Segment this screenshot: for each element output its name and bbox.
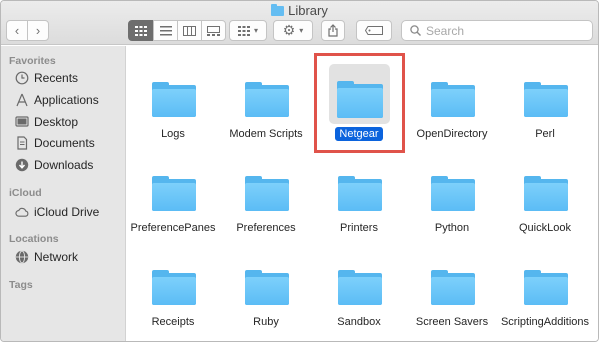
list-view-icon — [159, 25, 172, 35]
toolbar: Library ‹ › ▾ ⚙ ▾ Search — [1, 1, 598, 45]
folder-label: Python — [434, 222, 470, 234]
folder-icon — [428, 260, 478, 310]
window-title-text: Library — [288, 3, 328, 18]
chevron-right-icon: › — [35, 23, 41, 38]
chevron-down-icon: ▾ — [253, 26, 258, 35]
folder-item[interactable]: Ruby — [220, 260, 312, 341]
icon-view-button[interactable] — [128, 20, 154, 41]
network-icon — [15, 250, 29, 264]
clock-icon — [15, 71, 29, 85]
sidebar-item-label: Applications — [34, 93, 99, 107]
folder-item[interactable]: Screen Savers — [406, 260, 498, 341]
search-icon — [410, 25, 421, 36]
folder-item[interactable]: Receipts — [127, 260, 219, 341]
sidebar-item-icloud-drive[interactable]: iCloud Drive — [15, 202, 99, 222]
folder-label: Ruby — [253, 316, 279, 328]
search-input[interactable] — [426, 23, 576, 38]
tag-icon — [365, 26, 383, 35]
tags-heading: Tags — [9, 279, 33, 291]
tag-button[interactable] — [356, 20, 392, 41]
sidebar-item-desktop[interactable]: Desktop — [15, 112, 78, 132]
sidebar-item-label: Desktop — [34, 115, 79, 129]
folder-icon — [242, 72, 292, 122]
folder-icon — [521, 72, 571, 122]
folder-icon — [271, 3, 285, 16]
folder-item[interactable]: Python — [406, 166, 498, 256]
folder-icon — [242, 260, 292, 310]
folder-icon — [428, 72, 478, 122]
icon-view-icon — [135, 25, 147, 36]
search-field[interactable] — [401, 20, 593, 41]
folder-icon — [335, 166, 385, 216]
folder-icon — [149, 166, 199, 216]
folder-item[interactable]: Modem Scripts — [220, 72, 312, 162]
share-icon — [328, 24, 338, 37]
group-button[interactable]: ▾ — [229, 20, 267, 41]
folder-item[interactable]: QuickLook — [499, 166, 591, 256]
folder-item[interactable]: Logs — [127, 72, 219, 162]
annotation-highlight-box — [314, 53, 405, 153]
folder-label: Screen Savers — [415, 316, 489, 328]
sidebar-item-label: Network — [34, 250, 79, 264]
document-icon — [15, 136, 29, 150]
sidebar: Favorites Recents Applications Desktop D… — [1, 46, 126, 341]
sidebar-item-applications[interactable]: Applications — [15, 90, 99, 110]
folder-icon — [242, 166, 292, 216]
sidebar-item-downloads[interactable]: Downloads — [15, 155, 93, 175]
folder-label: Printers — [340, 222, 378, 234]
sidebar-item-label: Documents — [34, 136, 95, 150]
folder-label: Preferences — [236, 222, 296, 234]
folder-item[interactable]: PreferencePanes — [127, 166, 219, 256]
folder-item[interactable]: Preferences — [220, 166, 312, 256]
folder-label: Receipts — [151, 316, 195, 328]
gallery-view-button[interactable] — [201, 20, 226, 41]
folder-item[interactable]: Printers — [313, 166, 405, 256]
folder-label: ScriptingAdditions — [500, 316, 590, 328]
folder-label: Perl — [535, 128, 555, 140]
folder-item[interactable]: ScriptingAdditions — [499, 260, 591, 341]
list-view-button[interactable] — [153, 20, 178, 41]
sidebar-item-documents[interactable]: Documents — [15, 133, 95, 153]
folder-label: Modem Scripts — [229, 128, 303, 140]
share-button[interactable] — [321, 20, 345, 41]
gear-icon: ⚙ — [282, 22, 296, 38]
folder-label: Sandbox — [337, 316, 381, 328]
column-view-icon — [183, 25, 196, 36]
favorites-heading: Favorites — [9, 55, 56, 67]
cloud-icon — [15, 205, 29, 219]
gallery-view-icon — [207, 25, 220, 36]
folder-item[interactable]: Sandbox — [313, 260, 405, 341]
finder-window: Library ‹ › ▾ ⚙ ▾ Search Favorites Recen… — [0, 0, 599, 342]
folder-label: PreferencePanes — [130, 222, 216, 234]
window-title: Library — [1, 3, 598, 18]
sidebar-item-label: Recents — [34, 71, 79, 85]
folder-icon — [521, 260, 571, 310]
group-grid-icon — [237, 25, 250, 36]
folder-item[interactable]: OpenDirectory — [406, 72, 498, 162]
chevron-down-icon: ▾ — [299, 26, 304, 35]
sidebar-item-recents[interactable]: Recents — [15, 68, 78, 88]
forward-button[interactable]: › — [27, 20, 49, 41]
folder-icon — [521, 166, 571, 216]
folder-icon — [428, 166, 478, 216]
folder-label: OpenDirectory — [416, 128, 488, 140]
action-button[interactable]: ⚙ ▾ — [273, 20, 313, 41]
sidebar-item-label: iCloud Drive — [34, 205, 100, 219]
folder-label: Logs — [161, 128, 185, 140]
column-view-button[interactable] — [177, 20, 202, 41]
folder-icon — [335, 260, 385, 310]
locations-heading: Locations — [9, 233, 59, 245]
folder-label: QuickLook — [519, 222, 571, 234]
desktop-icon — [15, 115, 29, 129]
applications-icon — [15, 93, 29, 107]
icloud-heading: iCloud — [9, 187, 42, 199]
sidebar-item-label: Downloads — [34, 158, 94, 172]
folder-icon — [149, 72, 199, 122]
back-button[interactable]: ‹ — [6, 20, 28, 41]
chevron-left-icon: ‹ — [14, 23, 20, 38]
sidebar-item-network[interactable]: Network — [15, 247, 78, 267]
folder-item[interactable]: Perl — [499, 72, 591, 162]
folder-icon — [149, 260, 199, 310]
download-icon — [15, 158, 29, 172]
